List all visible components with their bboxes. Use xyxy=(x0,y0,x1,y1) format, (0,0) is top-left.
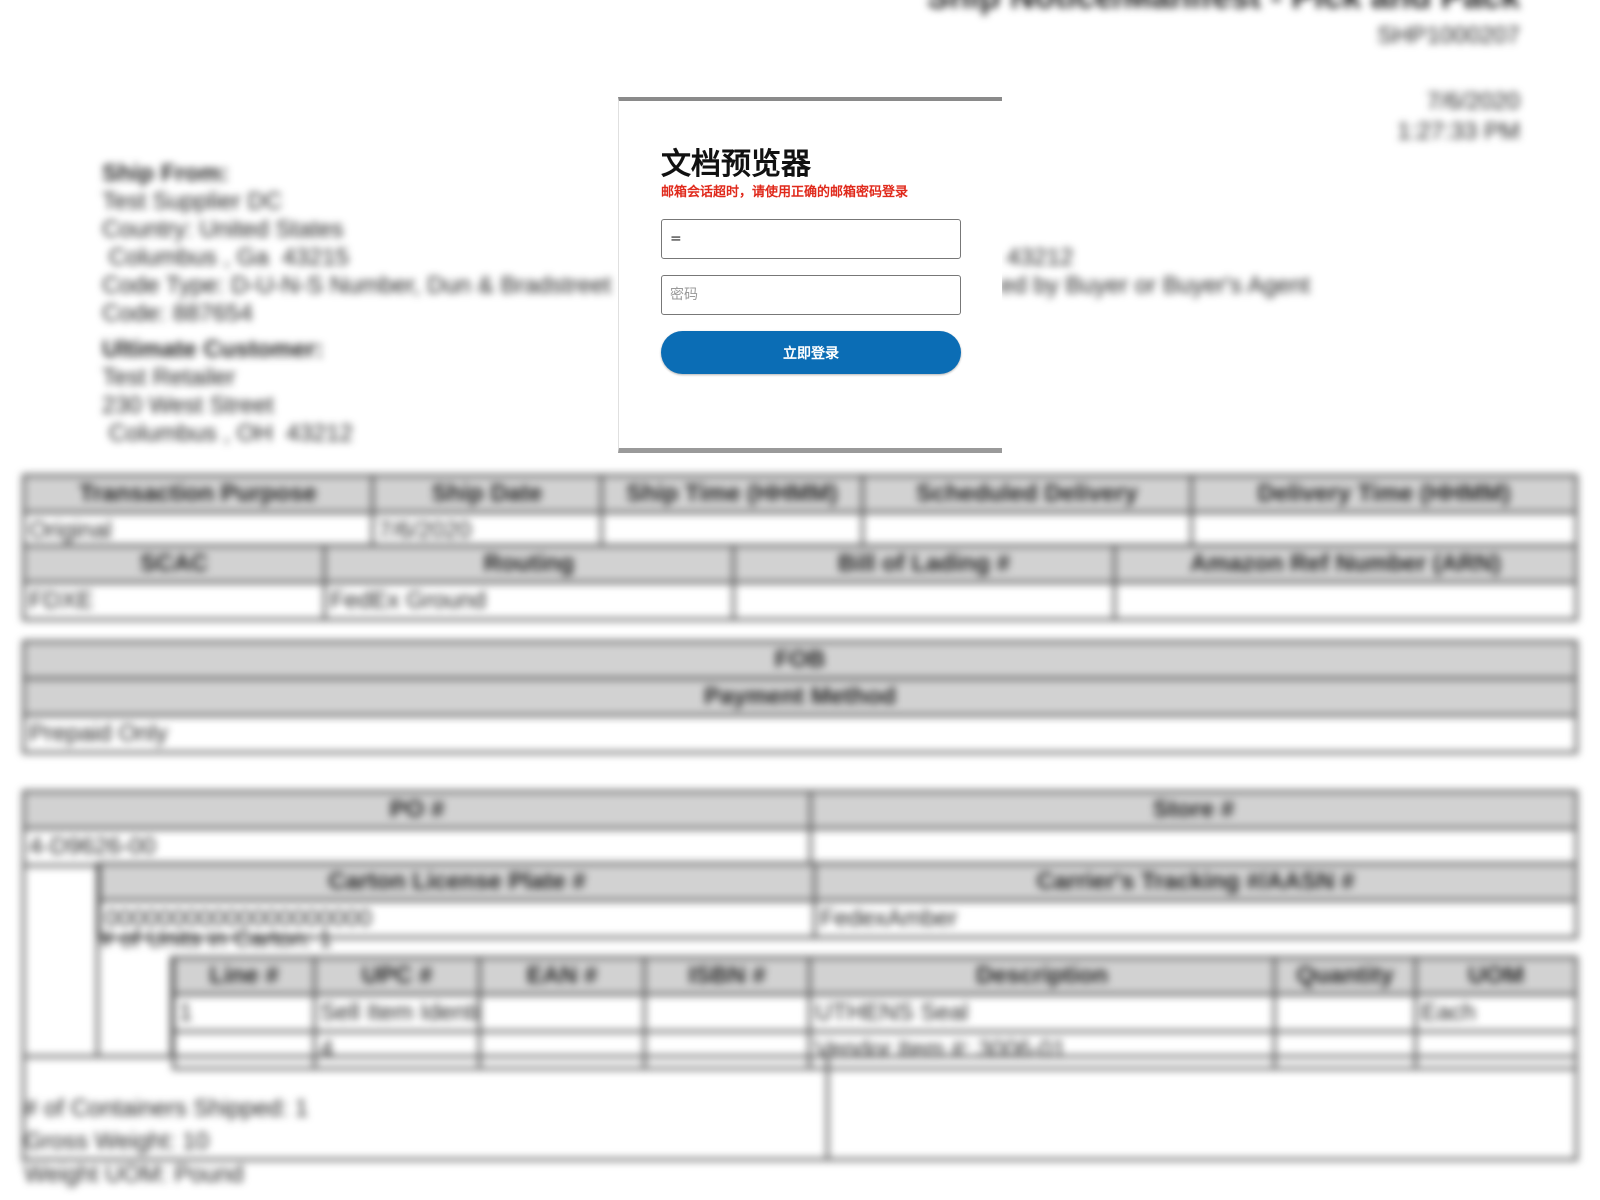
containers-shipped: # of Containers Shipped: 1 xyxy=(24,1095,309,1122)
table-cell xyxy=(478,993,646,1033)
table-cell xyxy=(1113,581,1578,621)
ultimate-customer-line: Test Retailer xyxy=(102,364,236,391)
shipment-details-table: Transaction Purpose Ship Date Ship Time … xyxy=(22,474,1578,551)
document-reference: SHP1000207 xyxy=(1377,22,1520,49)
table-header: Quantity xyxy=(1273,956,1417,996)
shipment-summary: # of Containers Shipped: 1 Gross Weight:… xyxy=(24,1092,308,1191)
routing-table: SCAC Routing Bill of Lading # Amazon Ref… xyxy=(22,544,1578,621)
ship-from-line: Test Supplier DC xyxy=(102,188,283,215)
table-cell xyxy=(732,581,1116,621)
table-header: PO # xyxy=(22,790,812,830)
table-header: Amazon Ref Number (ARN) xyxy=(1113,544,1578,584)
table-header: Payment Method xyxy=(22,677,1578,717)
document-time: 1:27:33 PM xyxy=(1397,118,1520,145)
table-cell: FDXE xyxy=(22,581,326,621)
table-header: Description xyxy=(808,956,1276,996)
table-cell xyxy=(1414,1030,1578,1070)
ship-from-line: Columbus , Ga 43215 xyxy=(102,244,349,271)
ship-from-line: Code Type: D-U-N-S Number, Dun & Bradstr… xyxy=(102,272,612,299)
table-cell xyxy=(643,1030,811,1070)
ship-to-fragment: 43212 ed by Buyer or Buyer's Agent xyxy=(1000,244,1310,300)
table-cell xyxy=(1273,1030,1417,1070)
table-cell xyxy=(643,993,811,1033)
table-cell: 1 xyxy=(172,993,316,1033)
table-cell: Each xyxy=(1414,993,1578,1033)
email-field[interactable] xyxy=(661,219,961,259)
table-header: Carton License Plate # xyxy=(98,862,816,902)
ship-from-line: Code: 887654 xyxy=(102,300,253,327)
table-header: Bill of Lading # xyxy=(732,544,1116,584)
ship-from-block: Ship From: Test Supplier DC Country: Uni… xyxy=(102,160,611,328)
table-cell: Sell Item Identi xyxy=(313,993,481,1033)
table-header: Scheduled Delivery xyxy=(861,474,1193,514)
table-header: FOB xyxy=(22,640,1578,680)
ship-to-line: ed by Buyer or Buyer's Agent xyxy=(1000,272,1311,299)
table-header: Carrier's Tracking #/AASN # xyxy=(813,862,1578,902)
table-cell: FedexAmber xyxy=(813,899,1578,939)
table-cell: Vendor Item #: 3006-01 xyxy=(808,1030,1276,1070)
table-cell xyxy=(809,827,1578,867)
table-border xyxy=(170,956,173,1056)
ultimate-customer-line: 230 West Street xyxy=(102,392,274,419)
ship-from-heading: Ship From: xyxy=(102,160,229,187)
table-header: Ship Date xyxy=(371,474,603,514)
modal-title: 文档预览器 xyxy=(661,147,811,182)
session-timeout-message: 邮箱会话超时，请使用正确的邮箱密码登录 xyxy=(661,185,909,200)
table-border xyxy=(96,862,99,1057)
ultimate-customer-line: Columbus , OH 43212 xyxy=(102,420,353,447)
ship-to-line: 43212 xyxy=(1000,244,1074,271)
table-header: Store # xyxy=(809,790,1578,830)
table-header: ISBN # xyxy=(643,956,811,996)
weight-uom: Weight UOM: Pound xyxy=(24,1161,244,1188)
payment-table: FOB Payment Method Prepaid Only xyxy=(22,640,1578,754)
table-cell: 4-D9626-00 xyxy=(22,827,812,867)
order-table: PO # Store # 4-D9626-00 xyxy=(22,790,1578,867)
table-header: UPC # xyxy=(313,956,481,996)
table-header: Ship Time (HHMM) xyxy=(600,474,864,514)
table-header: SCAC xyxy=(22,544,326,584)
table-header: EAN # xyxy=(478,956,646,996)
table-header: UOM xyxy=(1414,956,1578,996)
table-cell: FedEx Ground xyxy=(323,581,735,621)
document-title: Ship Notice/Manifest - Pick and Pack xyxy=(927,0,1520,17)
table-header: Transaction Purpose xyxy=(22,474,374,514)
table-cell: 4 xyxy=(313,1030,481,1070)
table-border xyxy=(826,1055,829,1160)
ultimate-customer-heading: Ultimate Customer: xyxy=(102,336,324,363)
units-in-carton: # of Units in Carton: 1 xyxy=(100,926,333,953)
ship-from-line: Country: United States xyxy=(102,216,344,243)
table-cell xyxy=(478,1030,646,1070)
table-header: Line # xyxy=(172,956,316,996)
password-field[interactable] xyxy=(661,275,961,315)
table-border xyxy=(1575,1055,1578,1160)
table-cell xyxy=(1273,993,1417,1033)
table-header: Delivery Time (HHMM) xyxy=(1190,474,1578,514)
document-date: 7/6/2020 xyxy=(1426,88,1520,115)
table-cell: Prepaid Only xyxy=(22,714,1578,754)
login-modal: 文档预览器 邮箱会话超时，请使用正确的邮箱密码登录 立即登录 xyxy=(618,97,1002,453)
login-button[interactable]: 立即登录 xyxy=(661,331,961,374)
table-border xyxy=(22,1055,1578,1058)
gross-weight: Gross Weight: 10 xyxy=(24,1128,209,1155)
line-items-table: Line # UPC # EAN # ISBN # Description Qu… xyxy=(172,956,1578,1070)
ultimate-customer-block: Ultimate Customer: Test Retailer 230 Wes… xyxy=(102,336,353,448)
table-cell xyxy=(172,1030,316,1070)
table-header: Routing xyxy=(323,544,735,584)
table-cell: UTHENS Seal xyxy=(808,993,1276,1033)
